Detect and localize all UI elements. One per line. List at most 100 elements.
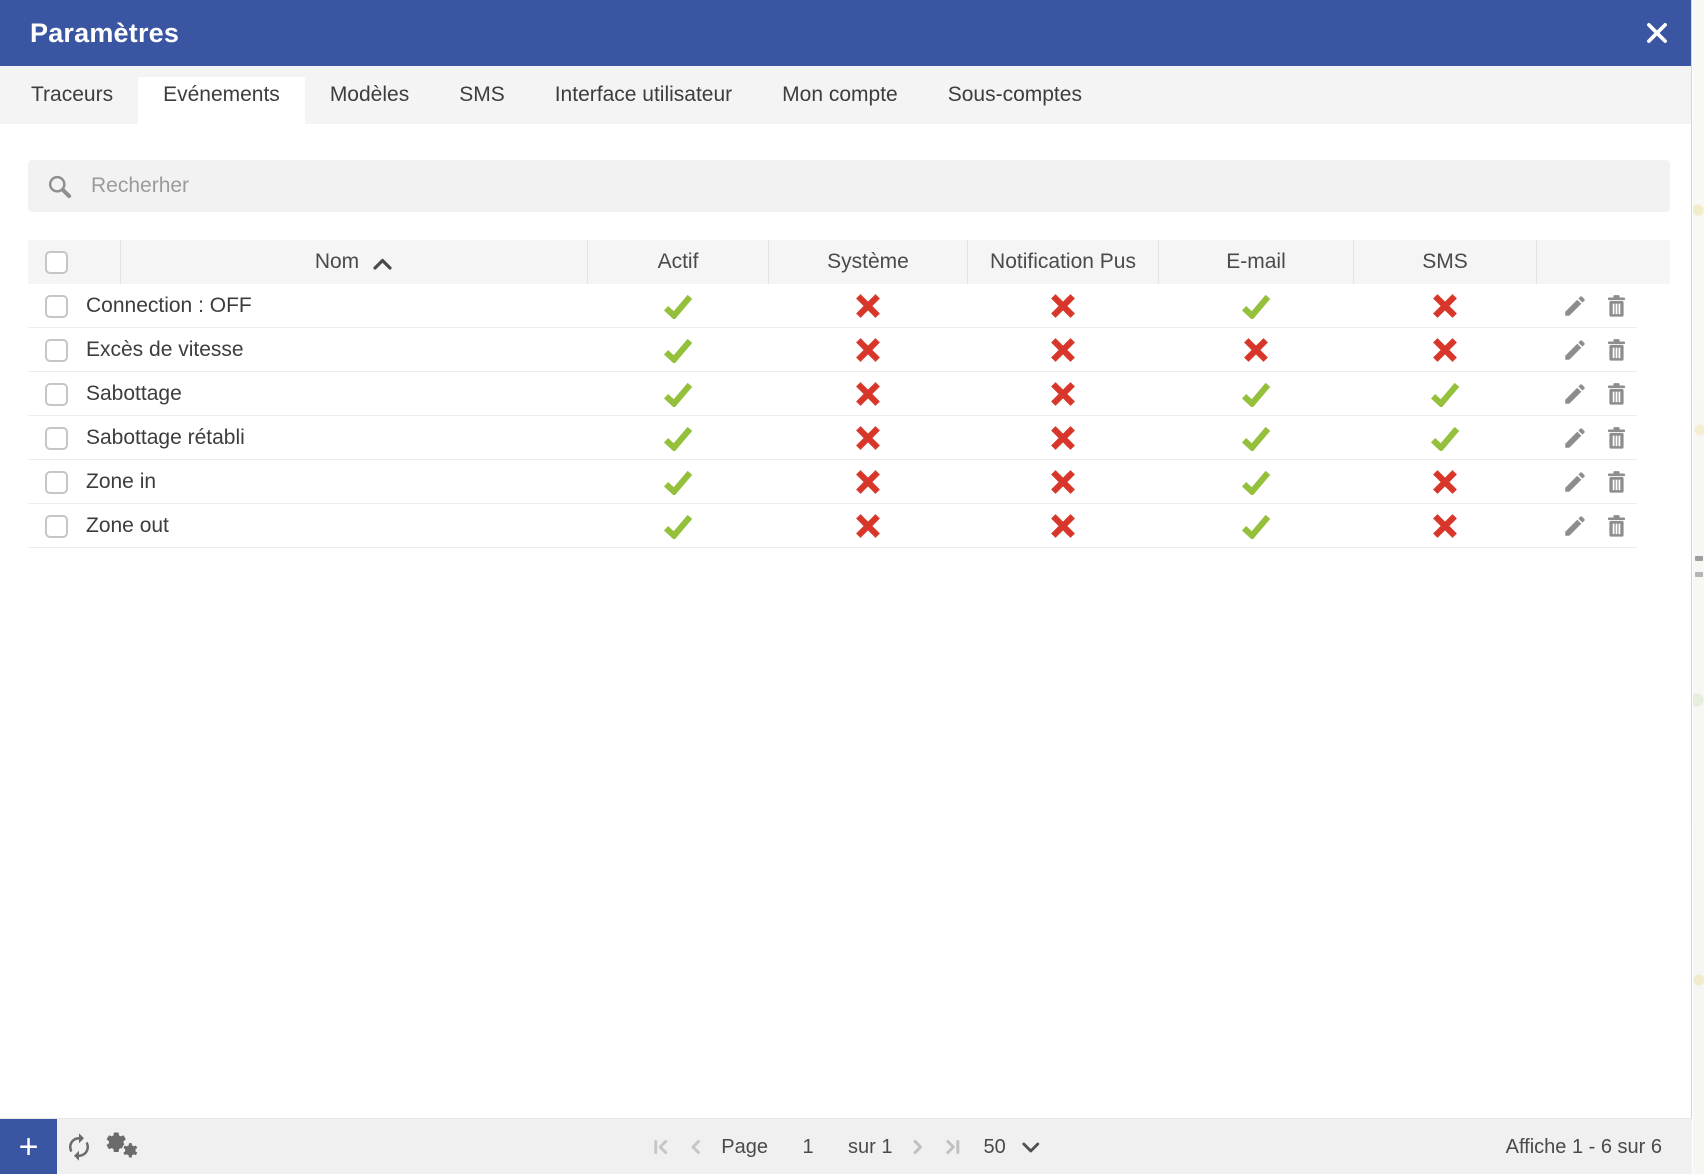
- flag-cell-email: [1158, 328, 1353, 372]
- check-icon: [1241, 294, 1270, 319]
- cross-icon: [1432, 514, 1457, 538]
- tab-traceurs[interactable]: Traceurs: [6, 66, 138, 124]
- column-header-nom[interactable]: Nom: [120, 240, 587, 284]
- flag-cell-notification-push: [967, 504, 1158, 548]
- edit-button[interactable]: [1562, 337, 1588, 363]
- column-header-email[interactable]: E-mail: [1158, 240, 1353, 284]
- flag-cell-actif: [587, 504, 768, 548]
- edit-button[interactable]: [1562, 425, 1588, 451]
- cross-icon: [855, 382, 880, 406]
- pencil-icon: [1565, 516, 1585, 536]
- delete-button[interactable]: [1604, 513, 1629, 539]
- delete-button[interactable]: [1604, 425, 1629, 451]
- edit-button[interactable]: [1562, 469, 1588, 495]
- gear-icon: [106, 1132, 139, 1159]
- cross-icon: [1050, 338, 1075, 362]
- row-name-cell: Zone out: [28, 504, 587, 548]
- flag-cell-email: [1158, 504, 1353, 548]
- cross-icon: [1050, 294, 1075, 318]
- cross-icon: [855, 426, 880, 450]
- row-actions: [1536, 416, 1670, 460]
- flag-cell-sms: [1353, 460, 1536, 504]
- delete-button[interactable]: [1604, 337, 1629, 363]
- page-number-input[interactable]: [783, 1134, 833, 1160]
- row-checkbox[interactable]: [45, 426, 68, 450]
- refresh-button[interactable]: [64, 1119, 94, 1174]
- cross-icon: [1050, 426, 1075, 450]
- flag-cell-actif: [587, 328, 768, 372]
- cross-icon: [855, 514, 880, 538]
- row-name-cell: Zone in: [28, 460, 587, 504]
- row-actions: [1536, 504, 1670, 548]
- delete-button[interactable]: [1604, 293, 1629, 319]
- trash-icon: [1607, 339, 1626, 361]
- column-header-systeme[interactable]: Système: [768, 240, 967, 284]
- table-header: Nom Actif Système Notification Pus E-mai…: [28, 240, 1670, 284]
- row-checkbox[interactable]: [45, 294, 68, 318]
- cross-icon: [855, 294, 880, 318]
- flag-cell-actif: [587, 372, 768, 416]
- pagination: Page sur 1 50: [651, 1119, 1040, 1174]
- last-page-icon: [946, 1140, 960, 1154]
- edit-button[interactable]: [1562, 381, 1588, 407]
- flag-cell-email: [1158, 416, 1353, 460]
- flag-cell-actif: [587, 284, 768, 328]
- grid-settings-button[interactable]: [104, 1119, 144, 1174]
- refresh-icon: [69, 1133, 89, 1161]
- tab-sms[interactable]: SMS: [434, 66, 530, 124]
- row-checkbox[interactable]: [45, 338, 68, 362]
- column-header-actif[interactable]: Actif: [587, 240, 768, 284]
- pencil-icon: [1565, 384, 1585, 404]
- flag-cell-notification-push: [967, 372, 1158, 416]
- flag-cell-sms: [1353, 504, 1536, 548]
- pencil-icon: [1565, 428, 1585, 448]
- tab-bar: Traceurs Evénements Modèles SMS Interface ut…: [0, 66, 1691, 124]
- add-event-button[interactable]: +: [0, 1119, 57, 1174]
- check-icon: [1241, 470, 1270, 495]
- prev-page-button[interactable]: [686, 1137, 706, 1157]
- search-input[interactable]: [89, 173, 1650, 199]
- dialog-title: Paramètres: [30, 17, 180, 48]
- column-header-actions: [1536, 240, 1670, 284]
- row-name-cell: Connection : OFF: [28, 284, 587, 328]
- check-icon: [663, 514, 692, 539]
- delete-button[interactable]: [1604, 469, 1629, 495]
- row-name-cell: Sabottage rétabli: [28, 416, 587, 460]
- tab-sous-comptes[interactable]: Sous-comptes: [923, 66, 1107, 124]
- flag-cell-systeme: [768, 328, 967, 372]
- table-row: Zone in: [28, 460, 1670, 504]
- tab-evenements[interactable]: Evénements: [138, 66, 305, 124]
- flag-cell-email: [1158, 372, 1353, 416]
- last-page-button[interactable]: [942, 1137, 962, 1157]
- column-header-sms[interactable]: SMS: [1353, 240, 1536, 284]
- row-checkbox[interactable]: [45, 382, 68, 406]
- column-header-notification-push[interactable]: Notification Pus: [967, 240, 1158, 284]
- flag-cell-systeme: [768, 504, 967, 548]
- delete-button[interactable]: [1604, 381, 1629, 407]
- close-button[interactable]: [1637, 13, 1677, 53]
- flag-cell-notification-push: [967, 284, 1158, 328]
- select-all-checkbox[interactable]: [45, 250, 68, 274]
- event-name: Connection : OFF: [86, 294, 252, 317]
- results-summary: Affiche 1 - 6 sur 6: [1505, 1135, 1662, 1158]
- cross-icon: [1050, 382, 1075, 406]
- background-map-sliver: [1693, 0, 1704, 1174]
- check-icon: [663, 294, 692, 319]
- dialog-titlebar: Paramètres: [0, 0, 1691, 66]
- table-row: Zone out: [28, 504, 1670, 548]
- edit-button[interactable]: [1562, 293, 1588, 319]
- tab-modeles[interactable]: Modèles: [305, 66, 434, 124]
- screen: Paramètres Traceurs Evénements Modèles SMS I…: [0, 0, 1704, 1174]
- first-page-button[interactable]: [651, 1137, 671, 1157]
- check-icon: [663, 426, 692, 451]
- tab-mon-compte[interactable]: Mon compte: [757, 66, 923, 124]
- row-actions: [1536, 328, 1670, 372]
- table-row: Sabottage rétabli: [28, 416, 1670, 460]
- next-page-button[interactable]: [907, 1137, 927, 1157]
- page-size-select[interactable]: 50: [983, 1136, 1040, 1159]
- edit-button[interactable]: [1562, 513, 1588, 539]
- row-checkbox[interactable]: [45, 514, 68, 538]
- tab-interface-utilisateur[interactable]: Interface utilisateur: [530, 66, 757, 124]
- row-name-cell: Excès de vitesse: [28, 328, 587, 372]
- row-checkbox[interactable]: [45, 470, 68, 494]
